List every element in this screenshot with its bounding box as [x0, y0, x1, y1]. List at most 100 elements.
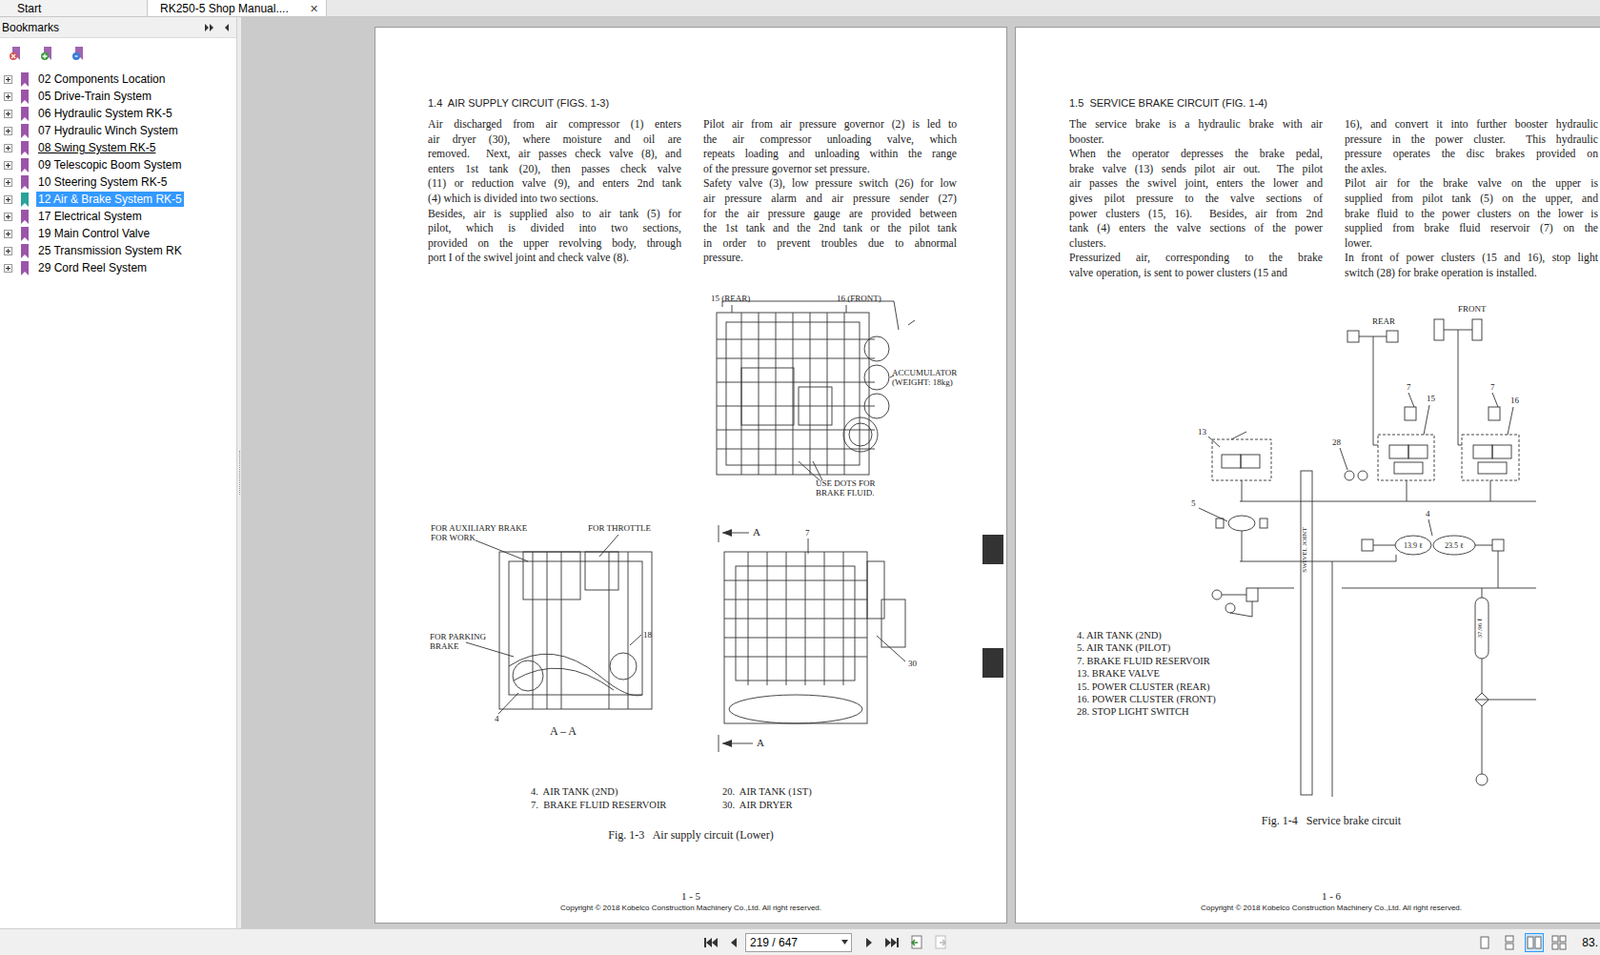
expand-panel-icon[interactable]: [203, 22, 216, 33]
page-number-field[interactable]: 219 / 647: [745, 932, 852, 952]
expand-icon[interactable]: [3, 263, 13, 273]
expand-icon[interactable]: [3, 75, 13, 84]
text-line: pressure.: [703, 250, 957, 266]
index-tab-mark: [982, 648, 1004, 678]
air-circuit-left-figure: FOR AUXILIARY BRAKEFOR WORKFOR THROTTLEF…: [427, 523, 675, 757]
expand-icon[interactable]: [3, 92, 13, 102]
expand-icon[interactable]: [3, 161, 13, 170]
text-line: clusters.: [1069, 236, 1323, 252]
legend-item: 13. BRAKE VALVE: [1076, 668, 1160, 679]
figure-label: 7: [805, 527, 811, 538]
bookmark-icon: [20, 141, 30, 156]
text-line: gives pilot pressure to the valve sectio…: [1069, 191, 1323, 207]
next-page-icon[interactable]: [863, 935, 875, 950]
legend-item: 30. AIR DRYER: [722, 798, 914, 812]
page-number: 1 - 6: [1321, 889, 1341, 903]
view-mode-button[interactable]: [1549, 932, 1569, 952]
bookmark-label: 05 Drive-Train System: [36, 88, 154, 104]
paragraph: Air discharged from air compressor (1) e…: [427, 117, 682, 207]
bookmark-item[interactable]: 06 Hydraulic System RK-5: [0, 104, 237, 122]
figure-label: ACCUMULATOR(WEIGHT: 18kg): [891, 367, 957, 387]
pdf-viewer: Start RK250-5 Shop Manual.... ✕ Bookmarks 02…: [0, 0, 1600, 955]
dropdown-arrow-icon[interactable]: [841, 939, 849, 945]
find-bookmark-icon[interactable]: [71, 45, 87, 61]
paragraph: Pilot air from air pressure governor (2)…: [703, 117, 957, 177]
expand-icon[interactable]: [3, 178, 13, 187]
air-circuit-right-figure: A730A: [714, 523, 935, 754]
legend-item: 16. POWER CLUSTER (FRONT): [1076, 693, 1216, 706]
text-columns: Air discharged from air compressor (1) e…: [427, 117, 954, 266]
bookmark-item[interactable]: 02 Components Location: [0, 70, 237, 88]
splitter-grip: [239, 450, 241, 495]
bookmarks-header: Bookmarks: [0, 17, 237, 39]
paragraph: 16), and convert it into further booster…: [1344, 117, 1599, 177]
bookmark-icon: [20, 243, 30, 259]
expand-icon[interactable]: [3, 126, 13, 136]
bookmark-item[interactable]: 09 Telescopic Boom System: [0, 156, 237, 174]
bookmark-item[interactable]: 08 Swing System RK-5: [0, 139, 237, 157]
bookmark-item[interactable]: 10 Steering System RK-5: [0, 173, 237, 191]
view-mode-button[interactable]: [1499, 932, 1519, 952]
expand-icon[interactable]: [3, 109, 13, 119]
diagram-label: 37.96 ℓ: [1476, 617, 1484, 638]
tab-close-button[interactable]: ✕: [309, 1, 319, 16]
previous-page-icon[interactable]: [728, 935, 740, 950]
bookmark-item[interactable]: 17 Electrical System: [0, 207, 237, 225]
tab[interactable]: RK250-5 Shop Manual.... ✕: [147, 0, 327, 17]
text-line: (11) or reduction valve (9), and enters …: [427, 176, 682, 192]
text-line: supplied from pilot tank (5) on the uppe…: [1344, 191, 1599, 207]
text-line: In front of power clusters (15 and 16), …: [1344, 250, 1599, 266]
expand-icon[interactable]: [3, 246, 13, 256]
view-mode-button[interactable]: [1475, 932, 1495, 952]
expand-icon[interactable]: [3, 195, 13, 204]
expand-icon[interactable]: [3, 229, 13, 239]
next-view-icon[interactable]: [932, 934, 949, 951]
first-page-icon[interactable]: [703, 935, 719, 950]
delete-bookmark-icon[interactable]: [8, 45, 24, 61]
diagram-label: 4: [1425, 508, 1431, 519]
legend-item: 7. BRAKE FLUID RESERVOIR: [1076, 654, 1211, 666]
last-page-icon[interactable]: [884, 935, 900, 950]
bookmark-label: 12 Air & Brake System RK-5: [36, 191, 184, 207]
text-line: of the pressure governor set pressure.: [703, 162, 957, 178]
tab-bar: Start RK250-5 Shop Manual.... ✕: [0, 0, 1600, 18]
diagram-label: 13: [1197, 426, 1208, 437]
add-bookmark-icon[interactable]: [40, 45, 56, 61]
figure-label: FOR THROTTLE: [587, 523, 652, 533]
expand-icon[interactable]: [3, 212, 13, 222]
text-column: The service brake is a hydraulic brake w…: [1069, 117, 1323, 282]
figure-label: 18: [643, 629, 653, 640]
bookmarks-title: Bookmarks: [1, 19, 60, 37]
text-line: enters 1st tank (20), then passes check …: [427, 162, 682, 178]
figure-area: 15 (REAR)16 (FRONT)ACCUMULATOR(WEIGHT: 1…: [427, 291, 954, 757]
bookmark-icon: [20, 106, 30, 122]
expand-icon[interactable]: [3, 143, 13, 153]
text-line: brake fluid to the power clusters on the…: [1344, 206, 1599, 223]
legend-item: 15. POWER CLUSTER (REAR): [1076, 680, 1211, 692]
bookmark-label: 06 Hydraulic System RK-5: [36, 105, 175, 122]
bookmark-label: 29 Cord Reel System: [36, 260, 149, 276]
bookmark-item[interactable]: 05 Drive-Train System: [0, 87, 237, 105]
tab-label: RK250-5 Shop Manual....: [160, 1, 289, 16]
collapse-panel-icon[interactable]: [222, 22, 231, 33]
bookmark-icon: [20, 226, 30, 242]
view-mode-button[interactable]: [1524, 932, 1544, 952]
bookmark-item[interactable]: 29 Cord Reel System: [0, 259, 237, 277]
previous-view-icon[interactable]: [909, 934, 925, 951]
bookmark-item[interactable]: 07 Hydraulic Winch System: [0, 121, 237, 140]
text-line: power clusters (15, 16). Besides, air fr…: [1069, 206, 1323, 223]
index-tab-mark: [982, 534, 1004, 565]
text-line: tank (4) enters the valve sections of th…: [1069, 221, 1323, 237]
tab[interactable]: Start: [0, 0, 148, 17]
text-line: supplied from brake fluid reservoir (7) …: [1344, 221, 1599, 237]
bookmark-label: 08 Swing System RK-5: [36, 140, 158, 156]
text-line: pilot, which is divided into two section…: [427, 221, 682, 237]
main-area: Bookmarks 02 Components Location05 Drive-…: [0, 17, 1600, 929]
bookmark-icon: [20, 72, 30, 87]
bookmark-item[interactable]: 12 Air & Brake System RK-5: [0, 190, 237, 208]
bookmark-item[interactable]: 19 Main Control Valve: [0, 224, 237, 243]
bookmark-item[interactable]: 25 Transmission System RK: [0, 242, 237, 260]
zoom-value[interactable]: 83.: [1581, 933, 1599, 952]
legend-item: 28. STOP LIGHT SWITCH: [1076, 706, 1190, 717]
text-line: When the operator depresses the brake pe…: [1069, 146, 1323, 163]
